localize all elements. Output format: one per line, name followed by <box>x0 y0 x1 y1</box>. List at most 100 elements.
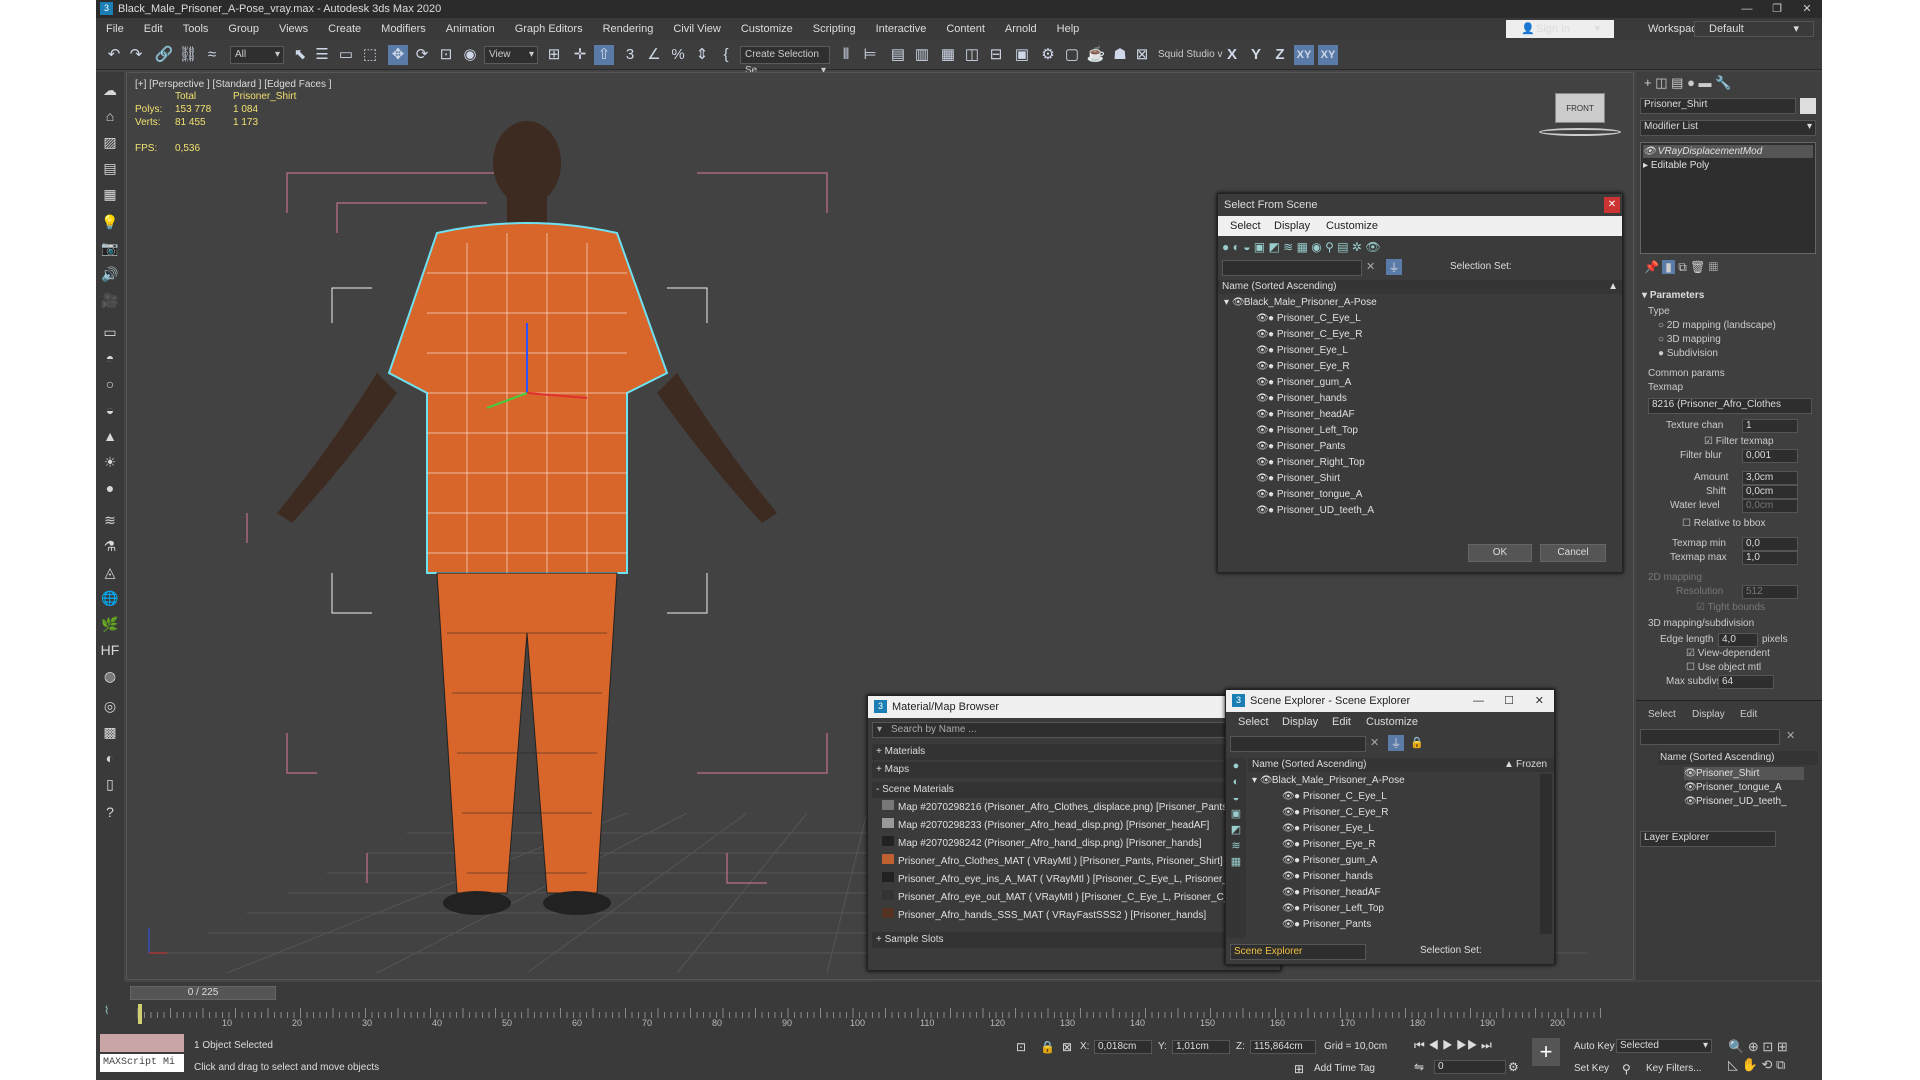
sfs-item-row[interactable]: 👁● Prisoner_C_Eye_R <box>1256 328 1362 341</box>
sfs-item-row[interactable]: 👁● Prisoner_Shirt <box>1256 472 1340 485</box>
workspace-dropdown[interactable]: Default ▾ <box>1694 21 1814 37</box>
zoom-all-icon[interactable]: ⊕ <box>1748 1039 1759 1054</box>
mmb-entry[interactable]: Prisoner_Afro_Clothes_MAT ( VRayMtl ) [P… <box>882 854 1272 867</box>
le-item-row[interactable]: 👁Prisoner_Shirt <box>1684 767 1804 780</box>
mmb-scene-materials-group[interactable]: - Scene Materials <box>872 782 1276 798</box>
se-item-row[interactable]: 👁● Prisoner_C_Eye_L <box>1282 790 1387 803</box>
menu-edit[interactable]: Edit <box>134 18 173 40</box>
texmap-button[interactable]: 8216 (Prisoner_Afro_Clothes <box>1648 398 1812 414</box>
mesher-icon[interactable]: ◬ <box>100 562 120 582</box>
se-clear-search-icon[interactable]: ✕ <box>1370 736 1379 749</box>
le-item-row[interactable]: 👁Prisoner_UD_teeth_ <box>1684 795 1787 808</box>
align-icon[interactable]: ⊨ <box>860 45 880 65</box>
sfs-filter-lights-icon[interactable]: ◒ <box>1243 240 1250 254</box>
redo-icon[interactable]: ↷ <box>126 45 146 65</box>
le-explorer-dropdown[interactable]: Layer Explorer <box>1640 831 1776 847</box>
menu-scripting[interactable]: Scripting <box>803 18 866 40</box>
percent-snap-icon[interactable]: % <box>668 45 688 65</box>
mmb-entry[interactable]: Prisoner_Afro_hands_SSS_MAT ( VRayFastSS… <box>882 908 1272 921</box>
curve-editor-icon[interactable]: ◫ <box>962 45 982 65</box>
sfs-filter-spacewarps-icon[interactable]: ≋ <box>1283 240 1293 254</box>
maximize-viewport-icon[interactable]: ⧉ <box>1776 1057 1785 1072</box>
se-column-header[interactable]: Name (Sorted Ascending) ▲ Frozen <box>1248 758 1554 772</box>
axis-xy-button[interactable]: XY <box>1294 45 1314 65</box>
spinner-snap-icon[interactable]: ⇕ <box>692 45 712 65</box>
pixels-checkbox-label[interactable]: pixels <box>1762 634 1788 645</box>
select-and-scale-icon[interactable]: ⊡ <box>436 45 456 65</box>
z-coord-field[interactable]: 115,864cm <box>1250 1040 1316 1054</box>
axis-z-button[interactable]: Z <box>1270 45 1290 65</box>
curve-editor-mini-icon[interactable]: ⌇ <box>104 1004 109 1017</box>
type-subdivision-radio[interactable]: ● Subdivision <box>1658 348 1718 359</box>
globe-icon[interactable]: 🌐 <box>100 588 120 608</box>
goto-end-icon[interactable]: ⏭ <box>1481 1038 1492 1052</box>
sfs-filter-cameras-icon[interactable]: ▣ <box>1254 240 1265 254</box>
snaps-toggle-icon[interactable]: 3 <box>620 45 640 65</box>
menu-animation[interactable]: Animation <box>436 18 505 40</box>
current-frame-field[interactable]: 0 <box>1434 1060 1506 1074</box>
decal-icon[interactable]: ◍ <box>100 666 120 686</box>
cloud-icon[interactable]: ☁ <box>100 80 120 100</box>
se-item-row[interactable]: 👁● Prisoner_Eye_R <box>1282 838 1376 851</box>
fur-icon[interactable]: ≋ <box>100 510 120 530</box>
se-menu-edit[interactable]: Edit <box>1332 712 1351 732</box>
select-and-rotate-icon[interactable]: ⟳ <box>412 45 432 65</box>
minimize-button[interactable]: — <box>1732 0 1762 18</box>
named-selection-sets-dropdown[interactable]: Create Selection Se ▾ <box>740 46 830 76</box>
undo-icon[interactable]: ↶ <box>104 45 124 65</box>
link-icon[interactable]: 🔗 <box>154 45 174 65</box>
plane-icon[interactable]: ▭ <box>100 322 120 342</box>
se-search-input[interactable] <box>1230 736 1366 752</box>
mmb-entry[interactable]: Prisoner_Afro_eye_ins_A_MAT ( VRayMtl ) … <box>882 872 1272 885</box>
le-clear-search-icon[interactable]: ✕ <box>1786 729 1795 742</box>
viewcube[interactable]: FRONT <box>1555 93 1605 123</box>
help-icon[interactable]: ? <box>100 802 120 822</box>
parameters-rollout-header[interactable]: ▾ Parameters <box>1642 290 1704 301</box>
key-set-dropdown[interactable]: Selected ▾ <box>1616 1039 1712 1053</box>
mmb-search-toggle-icon[interactable]: ▾ <box>877 723 882 737</box>
sfs-item-row[interactable]: 👁● Prisoner_UD_teeth_A <box>1256 504 1374 517</box>
se-filter-groups-icon[interactable]: ▦ <box>1231 856 1241 868</box>
edge-length-spinner[interactable]: 4,0 <box>1718 633 1758 647</box>
select-manipulate-icon[interactable]: ✛ <box>570 45 590 65</box>
camera-icon[interactable]: 📷 <box>100 238 120 258</box>
mmb-entry[interactable]: Map #2070298242 (Prisoner_Afro_hand_disp… <box>882 836 1272 849</box>
se-item-row[interactable]: 👁● Prisoner_Pants <box>1282 918 1371 931</box>
schematic-view-icon[interactable]: ⊟ <box>986 45 1006 65</box>
axis-x-button[interactable]: X <box>1222 45 1242 65</box>
absolute-mode-icon[interactable]: ⊠ <box>1062 1040 1072 1054</box>
rectangular-selection-icon[interactable]: ▭ <box>336 45 356 65</box>
se-filter-helpers-icon[interactable]: ◩ <box>1231 824 1241 836</box>
water-level-spinner[interactable]: 0,0cm <box>1742 499 1798 513</box>
se-menu-customize[interactable]: Customize <box>1366 712 1418 732</box>
axis-xy-cycle-button[interactable]: XY <box>1318 45 1338 65</box>
show-end-result-icon[interactable]: ▮ <box>1662 260 1675 274</box>
menu-file[interactable]: File <box>96 18 134 40</box>
grid-icon[interactable]: ▦ <box>100 184 120 204</box>
light-icon[interactable]: 💡 <box>100 212 120 232</box>
goto-start-icon[interactable]: ⏮ <box>1414 1038 1425 1052</box>
key-filters-button[interactable]: Key Filters... <box>1646 1063 1702 1074</box>
zoom-extents-all-icon[interactable]: ⊞ <box>1777 1039 1788 1054</box>
cone-light-icon[interactable]: ▲ <box>100 426 120 446</box>
ambient-icon[interactable]: ● <box>100 478 120 498</box>
pan-icon[interactable]: ✋ <box>1742 1057 1758 1072</box>
le-menu-select[interactable]: Select <box>1648 709 1676 720</box>
se-explorer-dropdown[interactable]: Scene Explorer <box>1230 944 1366 960</box>
view-dependent-checkbox[interactable]: ☑ View-dependent <box>1686 648 1770 659</box>
sfs-menu-select[interactable]: Select <box>1230 216 1261 236</box>
modify-tab-icon[interactable]: ◫ <box>1655 75 1667 90</box>
utilities-tab-icon[interactable]: 🔧 <box>1715 75 1731 90</box>
render-production-icon[interactable]: ☕ <box>1086 45 1106 65</box>
sfs-item-row[interactable]: 👁● Prisoner_Left_Top <box>1256 424 1358 437</box>
angle-snap-icon[interactable]: ∠ <box>644 45 664 65</box>
key-filters-icon[interactable]: ⚲ <box>1622 1062 1631 1076</box>
se-menu-select[interactable]: Select <box>1238 712 1269 732</box>
add-time-tag-button[interactable]: Add Time Tag <box>1314 1063 1375 1074</box>
menu-customize[interactable]: Customize <box>731 18 803 40</box>
maximize-button[interactable]: ❐ <box>1762 0 1792 18</box>
se-scrollbar[interactable] <box>1540 774 1552 934</box>
menu-views[interactable]: Views <box>269 18 318 40</box>
mmb-entry[interactable]: Map #2070298233 (Prisoner_Afro_head_disp… <box>882 818 1272 831</box>
ies-icon[interactable]: ◒ <box>100 400 120 420</box>
